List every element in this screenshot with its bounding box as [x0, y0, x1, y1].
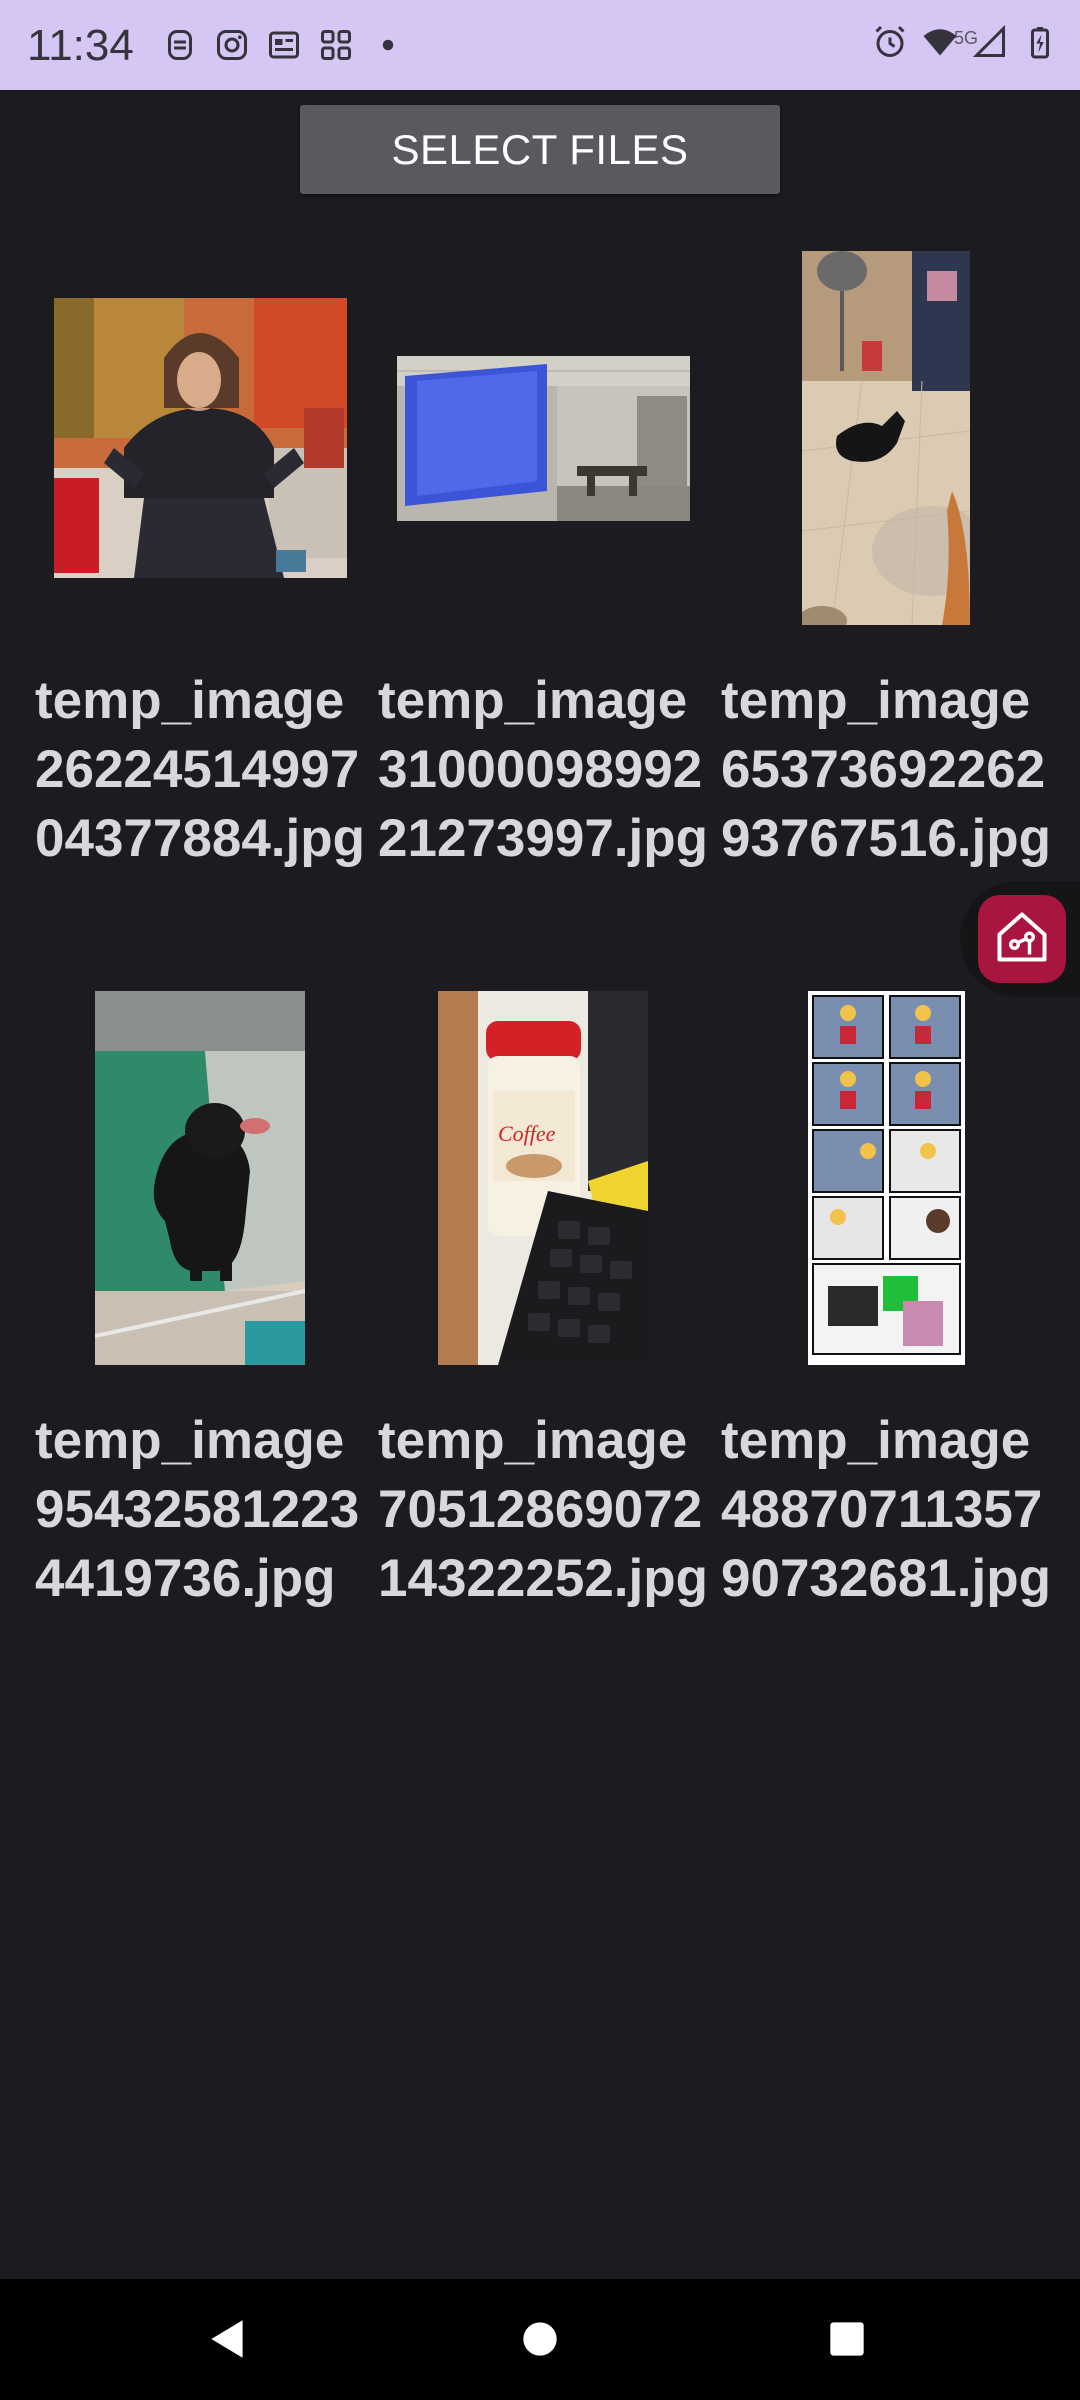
file-name-label: temp_image6537369226293767516.jpg	[721, 671, 1052, 868]
file-name-label: temp_image954325812234419736.jpg	[35, 1411, 360, 1608]
image-thumbnail[interactable]	[53, 298, 347, 578]
recents-icon[interactable]	[822, 2314, 872, 2364]
status-time: 11:34	[27, 21, 134, 70]
file-name-label: temp_image3100009899221273997.jpg	[378, 671, 709, 868]
image-thumbnail[interactable]	[807, 991, 965, 1365]
floating-home-button[interactable]	[978, 895, 1066, 983]
news-icon	[266, 27, 302, 63]
file-name-label: temp_image7051286907214322252.jpg	[378, 1411, 709, 1608]
svg-text:Coffee: Coffee	[498, 1121, 556, 1146]
battery-icon	[1022, 24, 1058, 60]
home-icon	[992, 907, 1052, 972]
home-circle-icon[interactable]	[515, 2314, 565, 2364]
alarm-icon	[872, 24, 908, 60]
signal-icon	[972, 24, 1008, 60]
image-thumbnail[interactable]	[802, 251, 970, 625]
dot-icon	[370, 27, 406, 63]
status-bar: 11:34 5G	[0, 0, 1080, 90]
floating-home-button-container	[960, 881, 1080, 997]
file-name-label: temp_image4887071135790732681.jpg	[721, 1411, 1052, 1608]
back-icon[interactable]	[203, 2314, 253, 2364]
wifi-icon	[922, 24, 958, 60]
image-thumbnail[interactable]	[396, 355, 690, 521]
select-files-button[interactable]: SELECT FILES	[300, 105, 780, 194]
image-thumbnail[interactable]: Coffee	[438, 991, 648, 1365]
navigation-bar	[0, 2279, 1080, 2400]
widgets-icon	[318, 27, 354, 63]
face-id-icon	[162, 27, 198, 63]
file-name-label: temp_image2622451499704377884.jpg	[35, 671, 366, 868]
image-thumbnail[interactable]	[95, 991, 305, 1365]
instagram-icon	[214, 27, 250, 63]
